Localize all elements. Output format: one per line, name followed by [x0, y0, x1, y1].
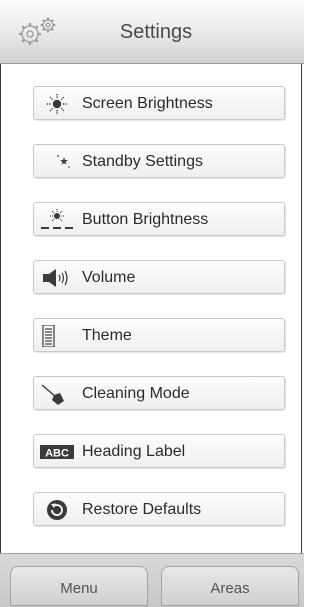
tab-menu[interactable]: Menu — [10, 566, 148, 606]
abc-label-icon: ABC — [40, 445, 74, 460]
tab-menu-label: Menu — [60, 580, 98, 597]
cleaning-mode-button[interactable]: Cleaning Mode — [33, 376, 285, 410]
moon-star-icon — [47, 152, 70, 172]
speaker-icon — [43, 269, 68, 287]
heading-label-label: Heading Label — [82, 443, 186, 460]
broom-icon — [41, 384, 64, 405]
theme-button[interactable]: Theme — [33, 318, 285, 352]
tab-areas[interactable]: Areas — [161, 566, 299, 606]
screen-brightness-button[interactable]: Screen Brightness — [33, 86, 285, 120]
button-brightness-button[interactable]: Button Brightness — [33, 202, 285, 236]
volume-label: Volume — [82, 269, 136, 286]
restore-defaults-button[interactable]: Restore Defaults — [33, 492, 285, 526]
page-title: Settings — [119, 21, 193, 43]
tab-areas-label: Areas — [210, 580, 250, 597]
theme-label: Theme — [82, 327, 132, 344]
restore-icon — [47, 500, 67, 520]
header-bar: Settings — [0, 0, 304, 64]
heading-label-button[interactable]: ABC Heading Label — [33, 434, 285, 468]
screen-brightness-label: Screen Brightness — [82, 95, 213, 112]
button-brightness-label: Button Brightness — [82, 211, 209, 228]
theme-list-icon — [42, 325, 55, 347]
volume-button[interactable]: Volume — [33, 260, 285, 294]
restore-defaults-label: Restore Defaults — [82, 501, 202, 518]
gears-icon — [19, 17, 56, 45]
standby-settings-button[interactable]: Standby Settings — [33, 144, 285, 178]
svg-text:ABC: ABC — [45, 448, 69, 460]
button-brightness-icon — [41, 209, 73, 229]
sun-brightness-icon — [47, 94, 67, 114]
standby-settings-label: Standby Settings — [82, 153, 203, 170]
cleaning-mode-label: Cleaning Mode — [82, 385, 190, 402]
footer-bar: Menu Areas — [0, 553, 304, 607]
